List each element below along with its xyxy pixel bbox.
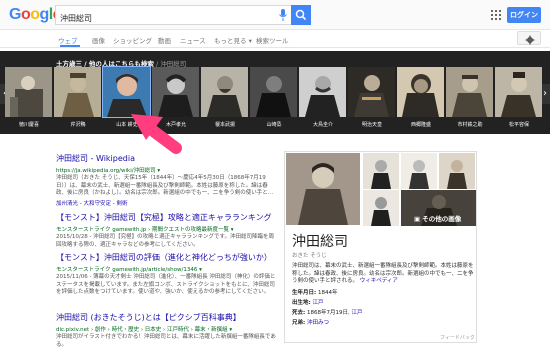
main-portrait-image[interactable] [286, 153, 360, 225]
result-title[interactable]: 沖田総司 (おきたそうじ)とは【ピクシブ百科事典】 [56, 312, 276, 323]
apps-grid-icon[interactable] [491, 10, 501, 20]
result-snippet: 沖田総司（おきた そうじ、天保15年（1844年）〜慶応4年5月30日（1868… [56, 175, 274, 196]
fact-birthplace: 出生地: 江戸 [292, 300, 324, 306]
chevron-right-icon: › [543, 88, 547, 99]
person-name[interactable]: 市村鉄之助 [446, 121, 494, 128]
tab-search-tools[interactable]: 検索ツール [256, 35, 289, 45]
google-logo[interactable]: Google [9, 6, 62, 24]
tab-web[interactable]: ウェブ [58, 35, 78, 45]
person-thumb[interactable] [250, 67, 297, 117]
person-thumb[interactable] [495, 67, 542, 117]
person-thumb[interactable] [152, 67, 199, 117]
result-url[interactable]: モンスターストライク gamewith.jp › 期間クエストの攻略最新度一覧 … [56, 225, 276, 233]
camera-icon: ▣ [414, 215, 423, 223]
portrait-image[interactable] [363, 190, 399, 226]
person-thumb[interactable] [348, 67, 395, 117]
entity-title: 沖田総司 [292, 234, 348, 250]
tab-more[interactable]: もっと見る ▾ [214, 35, 252, 45]
person-thumb[interactable] [299, 67, 346, 117]
portrait-image[interactable] [439, 153, 475, 189]
person-name[interactable]: 榎本武揚 [201, 121, 249, 128]
search-box[interactable] [55, 5, 311, 28]
result-snippet: 2015/10/28 - 沖田総司【究極】の攻略と適正キャラランキングです。沖田… [56, 234, 274, 248]
person-thumb[interactable] [54, 67, 101, 117]
person-name[interactable]: 徳川慶喜 [5, 121, 53, 128]
search-icon [295, 9, 307, 21]
tab-images[interactable]: 画像 [92, 35, 105, 45]
tab-videos[interactable]: 動画 [158, 35, 171, 45]
result-title[interactable]: 【モンスト】沖田総司の評価（進化と神化どっちが強いか） [56, 252, 276, 263]
result-url[interactable]: モンスターストライク gamewith.jp/article/show/1346… [56, 265, 276, 273]
person-name[interactable]: 山本 耕史 [103, 121, 151, 128]
fact-died: 死去: 1868年7月19日, 江戸 [292, 310, 363, 316]
microphone-icon[interactable] [278, 9, 288, 21]
person-name[interactable]: 松平容保 [495, 121, 543, 128]
person-thumb[interactable] [397, 67, 444, 117]
fact-siblings: 兄弟: 沖田みつ [292, 320, 329, 326]
active-tab-indicator [60, 45, 80, 47]
settings-button[interactable] [517, 31, 541, 45]
feedback-link[interactable]: フィードバック [440, 334, 475, 341]
result-title[interactable]: 【モンスト】沖田総司【究極】攻略と適正キャラランキング [56, 212, 276, 223]
person-name[interactable]: 明治天皇 [348, 121, 396, 128]
search-input[interactable] [56, 9, 276, 28]
entity-subtitle: おきた そうじ [292, 253, 327, 259]
search-result: 【モンスト】沖田総司【究極】攻略と適正キャラランキング モンスターストライク g… [56, 212, 276, 249]
person-name[interactable]: 西郷隆盛 [397, 121, 445, 128]
tab-shopping[interactable]: ショッピング [113, 35, 152, 45]
entity-description: 沖田総司は、幕末の武士、新選組一番隊組長及び撃剣師範。本姓は藤原を称した。諱は春… [292, 263, 474, 284]
tab-news[interactable]: ニュース [180, 35, 206, 45]
result-url[interactable]: https://ja.wikipedia.org/wiki/沖田総司 ▾ [56, 166, 276, 174]
selected-thumb-outline [102, 66, 151, 118]
search-result: 【モンスト】沖田総司の評価（進化と神化どっちが強いか） モンスターストライク g… [56, 252, 276, 297]
gear-icon [525, 35, 535, 45]
person-name[interactable]: 木戸孝允 [152, 121, 200, 128]
result-snippet: 沖田総司がイラスト付きでわかる！沖田総司とは、幕末に活躍した新撰組一番隊組長であ… [56, 334, 276, 348]
top-bar: Google ログイン [0, 0, 550, 30]
portrait-image[interactable] [363, 153, 399, 189]
person-name[interactable]: 大鳥圭介 [299, 121, 347, 128]
wikipedia-link[interactable]: ウィキペディア [360, 278, 398, 284]
portrait-image[interactable] [401, 153, 437, 189]
result-url[interactable]: dic.pixiv.net › 創作 › 時代・歴史 › 日本史 › 江戸時代 … [56, 325, 276, 333]
person-name[interactable]: 山崎烝 [250, 121, 298, 128]
search-result: 沖田総司 - Wikipedia https://ja.wikipedia.or… [56, 153, 276, 207]
person-thumb[interactable] [446, 67, 493, 117]
person-thumb[interactable] [5, 67, 52, 117]
fact-born: 生年月日: 1844年 [292, 290, 338, 296]
person-thumb[interactable] [201, 67, 248, 117]
result-sitelinks[interactable]: 加州清光 - 大和守安定 - 剣術 [56, 199, 276, 207]
result-snippet: 2015/11/06 - 簿幕の天才剣士 沖田総司（進化）、一番隊組長 沖田総司… [56, 274, 276, 295]
search-button[interactable] [291, 5, 311, 25]
person-name[interactable]: 芹沢鴨 [54, 121, 102, 128]
login-button[interactable]: ログイン [507, 7, 541, 23]
search-result: 沖田総司 (おきたそうじ)とは【ピクシブ百科事典】 dic.pixiv.net … [56, 312, 276, 349]
result-title[interactable]: 沖田総司 - Wikipedia [56, 153, 276, 164]
more-images-label[interactable]: ▣ その他の画像 [414, 213, 461, 223]
